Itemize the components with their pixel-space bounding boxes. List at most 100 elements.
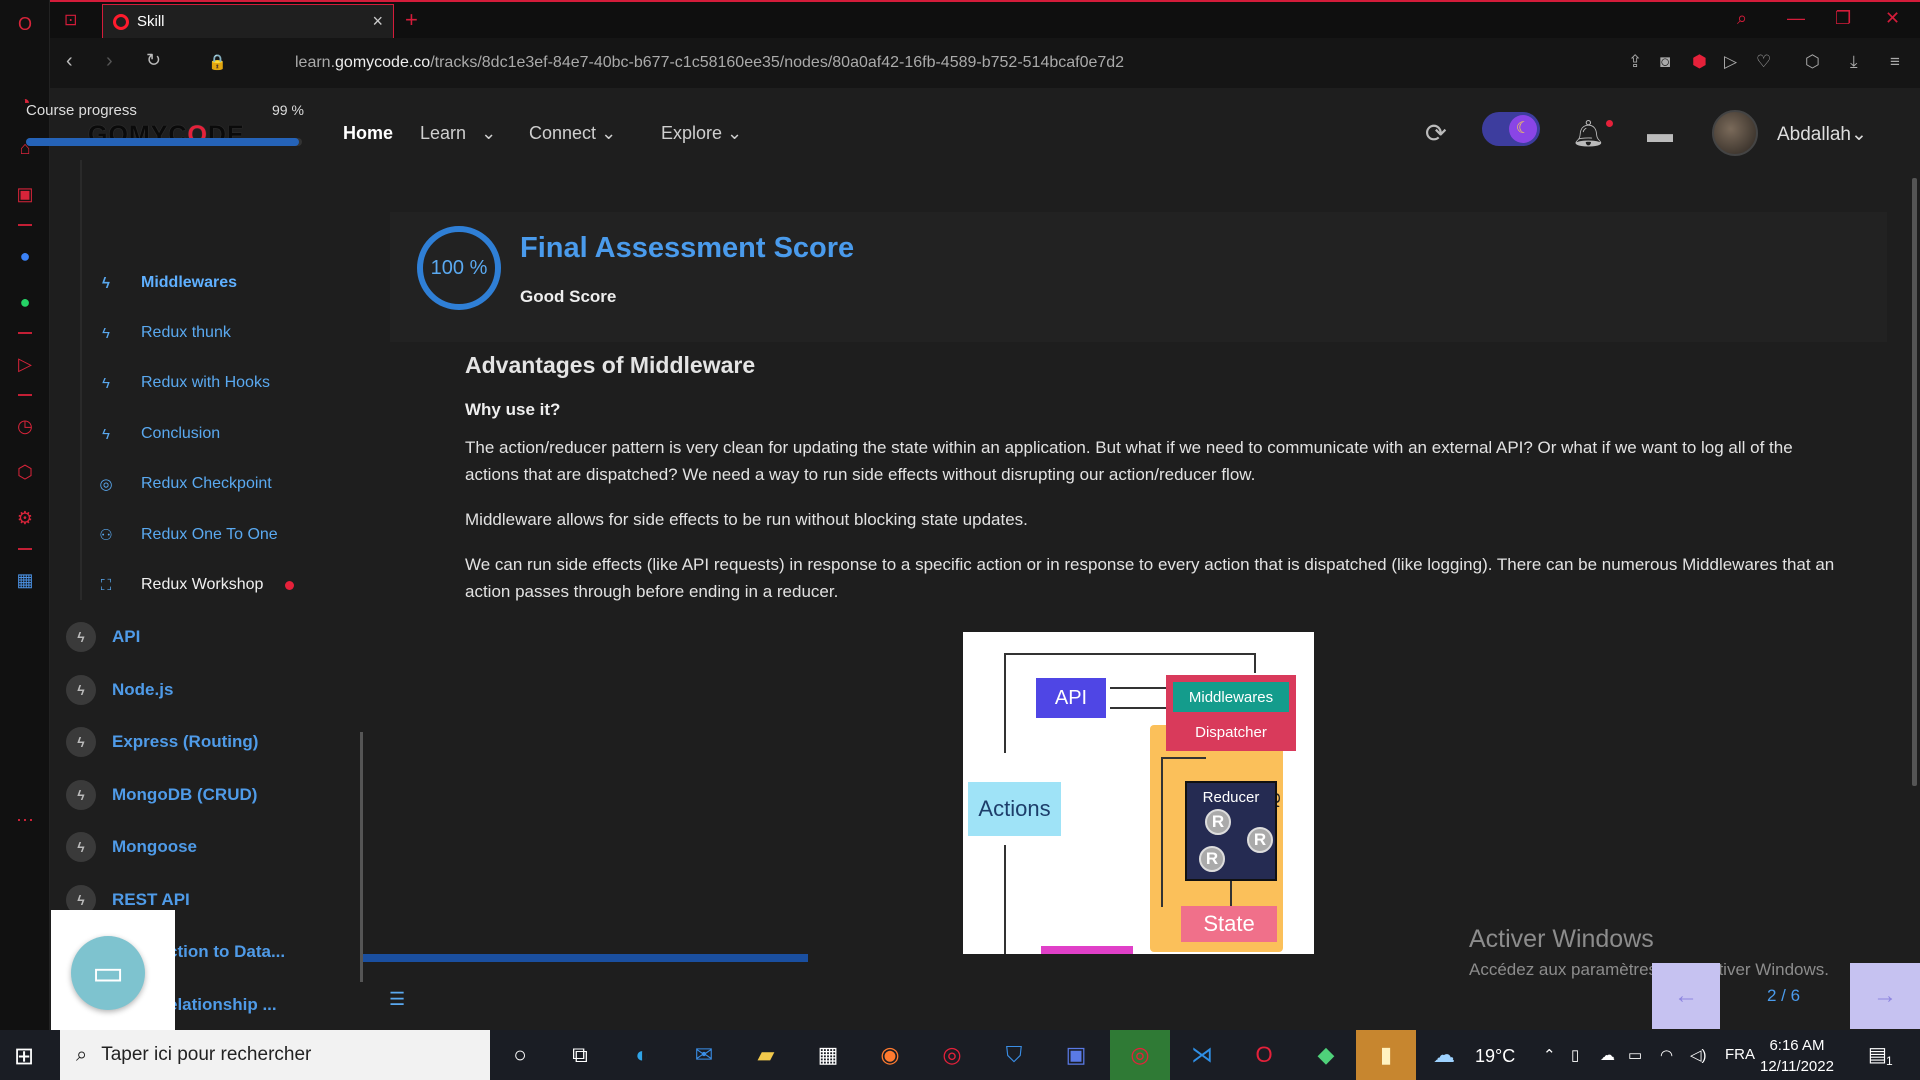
more-icon[interactable]: ⋯	[13, 808, 37, 832]
camera-icon[interactable]: ◙	[1660, 52, 1670, 72]
windows-start-icon[interactable]: ⊞	[14, 1042, 34, 1071]
article-paragraph: The action/reducer pattern is very clean…	[465, 438, 1793, 484]
chevron-down-icon: ⌄	[601, 123, 617, 143]
battery-icon[interactable]: ▭	[1628, 1046, 1642, 1064]
close-icon[interactable]: ×	[372, 11, 383, 32]
bell-icon[interactable]: 🔔︎	[1572, 118, 1605, 149]
sidebar-scrollbar[interactable]	[360, 732, 363, 982]
lesson-redux-with-hooks[interactable]: ϟ Redux with Hooks	[95, 368, 270, 398]
device-icon[interactable]: ▯	[1571, 1046, 1579, 1064]
opera-logo-icon[interactable]: O	[13, 12, 37, 36]
section-api[interactable]: ϟ API	[66, 621, 140, 653]
section-nodejs[interactable]: ϟ Node.js	[66, 674, 173, 706]
opera-gx-running-icon[interactable]: ◎	[1122, 1038, 1158, 1072]
extensions-icon[interactable]: ⬡	[13, 460, 37, 484]
window-close-icon[interactable]: ✕	[1885, 8, 1900, 29]
minimize-icon[interactable]: —	[1787, 8, 1805, 29]
nav-explore[interactable]: Explore ⌄	[661, 123, 742, 144]
next-button[interactable]: →	[1850, 963, 1920, 1029]
article-paragraph: Middleware allows for side effects to be…	[465, 510, 1028, 529]
refresh-icon[interactable]: ⟳	[1425, 118, 1447, 149]
weather-temp[interactable]: 19°C	[1475, 1046, 1515, 1067]
chevron-up-icon[interactable]: ⌃	[1543, 1046, 1556, 1064]
lesson-redux-checkpoint[interactable]: ◎ Redux Checkpoint	[95, 469, 271, 499]
article-title: Advantages of Middleware	[465, 352, 756, 378]
lesson-redux-workshop[interactable]: ⛶ Redux Workshop	[95, 570, 295, 600]
forward-icon[interactable]: ›	[106, 50, 113, 73]
chat-icon[interactable]: ▬	[1647, 118, 1673, 149]
share-icon[interactable]: ⇪	[1628, 52, 1642, 72]
opera-icon[interactable]: O	[1246, 1038, 1282, 1072]
translate-icon[interactable]: ▦	[13, 568, 37, 592]
download-icon[interactable]: ⤓	[1850, 52, 1858, 72]
reload-icon[interactable]: ↻	[146, 50, 161, 71]
player-icon[interactable]: ▷	[13, 352, 37, 376]
workshop-icon: ⛶	[100, 576, 112, 594]
search-tabs-icon[interactable]: ⌕	[1737, 8, 1747, 29]
clock[interactable]: 6:16 AM 12/11/2022	[1760, 1035, 1834, 1077]
theme-toggle[interactable]: ☾	[1482, 112, 1540, 146]
send-icon[interactable]: ▷	[1724, 52, 1737, 72]
whatsapp-icon[interactable]: ●	[13, 290, 37, 314]
onedrive-icon[interactable]: ☁	[1600, 1046, 1615, 1064]
heart-icon[interactable]: ♡	[1756, 52, 1771, 72]
section-mongoose[interactable]: ϟ Mongoose	[66, 831, 197, 863]
history-icon[interactable]: ◷	[13, 414, 37, 438]
page-scrollbar[interactable]	[1912, 178, 1917, 786]
url-field[interactable]: learn.gomycode.co/tracks/8dc1e3ef-84e7-4…	[295, 54, 1124, 72]
api-box: API	[1036, 678, 1106, 718]
chevron-down-icon: ⌄	[1850, 124, 1867, 145]
section-express[interactable]: ϟ Express (Routing)	[66, 726, 258, 758]
lesson-middlewares[interactable]: ϟ Middlewares	[95, 268, 237, 298]
vscode-icon[interactable]: ⋊	[1184, 1038, 1220, 1072]
lock-icon: 🔒	[208, 54, 227, 71]
list-icon[interactable]: ☰	[389, 989, 405, 1010]
back-icon[interactable]: ‹	[66, 50, 73, 73]
easy-setup-icon[interactable]: ≡	[1890, 52, 1900, 72]
nav-connect[interactable]: Connect ⌄	[529, 123, 616, 144]
messenger-icon[interactable]: ●	[13, 244, 37, 268]
file-explorer-icon[interactable]: ▰	[748, 1038, 784, 1072]
cube-icon[interactable]: ⬡	[1805, 52, 1820, 72]
firefox-icon[interactable]: ◉	[872, 1038, 908, 1072]
lesson-redux-one-to-one[interactable]: ⚇ Redux One To One	[95, 520, 277, 550]
tab-skill[interactable]: Skill ×	[102, 4, 394, 38]
gamepad-icon[interactable]: ⊡	[64, 10, 77, 30]
new-tab-icon[interactable]: +	[405, 7, 418, 33]
app-icon[interactable]: ▣	[1058, 1038, 1094, 1072]
wifi-icon[interactable]: ◠	[1660, 1046, 1673, 1064]
search-icon: ⌕	[76, 1043, 88, 1066]
lesson-redux-thunk[interactable]: ϟ Redux thunk	[95, 318, 231, 348]
nav-learn[interactable]: Learn ⌄	[420, 123, 496, 144]
shield-icon[interactable]: ⛉	[996, 1038, 1032, 1072]
sidebar-divider	[18, 224, 32, 226]
user-menu[interactable]: Abdallah⌄	[1777, 123, 1867, 146]
section-intro-data[interactable]: ction to Data...	[168, 936, 285, 968]
chat-widget-button[interactable]: ▭	[71, 936, 145, 1010]
mail-icon[interactable]: ✉	[686, 1038, 722, 1072]
language-indicator[interactable]: FRA	[1725, 1046, 1755, 1063]
edge-icon[interactable]: ◐	[624, 1038, 660, 1072]
restore-icon[interactable]: ❐	[1835, 8, 1851, 29]
previous-button[interactable]: ←	[1652, 963, 1720, 1029]
adblock-icon[interactable]: ⬢	[1692, 52, 1707, 72]
nav-home[interactable]: Home	[343, 123, 393, 144]
weather-icon[interactable]: ☁	[1433, 1042, 1455, 1068]
store-icon[interactable]: ▦	[810, 1038, 846, 1072]
twitch-icon[interactable]: ▣	[13, 182, 37, 206]
notes-icon[interactable]: ▮	[1368, 1038, 1404, 1072]
task-view-icon[interactable]: ⧉	[562, 1038, 598, 1072]
volume-icon[interactable]: ◁)	[1690, 1046, 1707, 1064]
avatar[interactable]	[1712, 110, 1758, 156]
section-mongodb[interactable]: ϟ MongoDB (CRUD)	[66, 779, 257, 811]
opera-gx-icon[interactable]: ◎	[934, 1038, 970, 1072]
section-relationship[interactable]: elationship ...	[168, 989, 277, 1021]
git-icon[interactable]: ◆	[1308, 1038, 1344, 1072]
taskbar-search[interactable]: ⌕ Taper ici pour rechercher	[60, 1030, 490, 1080]
diagram-line	[1161, 757, 1163, 907]
settings-icon[interactable]: ⚙	[13, 506, 37, 530]
cortana-icon[interactable]: ○	[502, 1038, 538, 1072]
diagram-arrow	[1110, 707, 1168, 709]
notifications-icon[interactable]: ▤	[1868, 1042, 1887, 1067]
lesson-conclusion[interactable]: ϟ Conclusion	[95, 419, 220, 449]
